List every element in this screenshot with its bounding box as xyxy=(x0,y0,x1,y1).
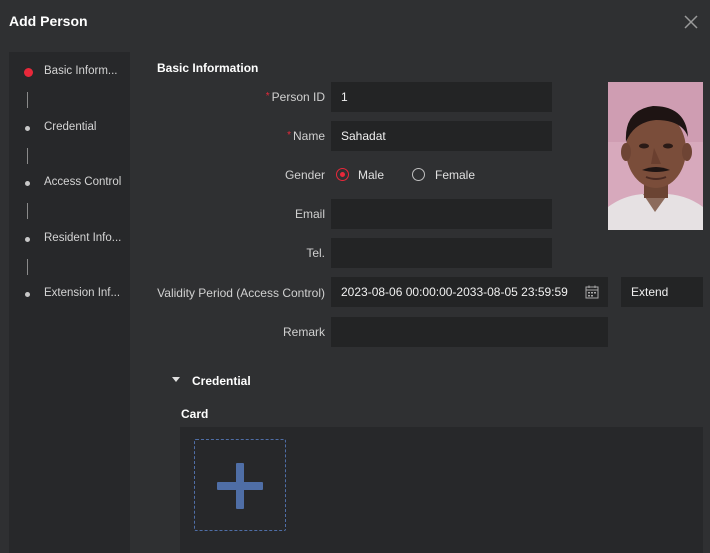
sidebar-item-access-control[interactable]: Access Control xyxy=(9,173,130,195)
sidebar-item-label: Extension Inf... xyxy=(44,287,121,299)
step-dot xyxy=(25,126,30,131)
step-dot xyxy=(25,292,30,297)
sidebar-item-label: Credential xyxy=(44,121,97,133)
step-connector xyxy=(27,92,28,108)
validity-period-label: Validity Period (Access Control) xyxy=(157,286,325,300)
calendar-icon[interactable] xyxy=(585,285,599,299)
person-id-label: * Person ID xyxy=(265,90,325,104)
remark-label: Remark xyxy=(282,325,325,339)
step-connector xyxy=(27,203,28,219)
email-label: Email xyxy=(294,207,325,221)
sidebar-item-extension-info[interactable]: Extension Inf... xyxy=(9,284,130,306)
sidebar: Basic Inform... Credential Access Contro… xyxy=(9,52,130,553)
person-photo-image xyxy=(608,82,703,230)
gender-male-label: Male xyxy=(358,168,385,182)
sidebar-item-credential[interactable]: Credential xyxy=(9,118,130,140)
credential-heading[interactable]: Credential xyxy=(192,374,251,388)
gender-label: Gender xyxy=(284,168,325,182)
sidebar-item-label: Resident Info... xyxy=(44,232,122,244)
required-mark: * xyxy=(287,130,291,141)
active-step-dot xyxy=(24,68,33,77)
gender-female-label: Female xyxy=(435,168,476,182)
tel-label: Tel. xyxy=(306,246,325,260)
basic-information-heading: Basic Information xyxy=(157,61,259,75)
add-card-button[interactable] xyxy=(194,439,286,531)
sidebar-item-basic-information[interactable]: Basic Inform... xyxy=(9,62,130,84)
remark-input[interactable] xyxy=(331,317,608,347)
dialog-title: Add Person xyxy=(9,13,88,29)
required-mark: * xyxy=(265,91,270,102)
sidebar-item-resident-info[interactable]: Resident Info... xyxy=(9,229,130,251)
validity-period-input[interactable]: 2023-08-06 00:00:00-2033-08-05 23:59:59 xyxy=(331,277,608,307)
sidebar-item-label: Access Control xyxy=(44,176,122,188)
card-label: Card xyxy=(181,407,209,421)
tel-input[interactable] xyxy=(331,238,552,268)
collapse-caret-icon[interactable] xyxy=(172,377,180,383)
gender-male-radio[interactable] xyxy=(336,168,349,181)
step-connector xyxy=(27,259,28,275)
extend-button[interactable]: Extend xyxy=(621,277,703,307)
name-label: * Name xyxy=(287,129,325,143)
sidebar-item-label: Basic Inform... xyxy=(44,65,118,77)
person-id-input[interactable]: 1 xyxy=(331,82,552,112)
gender-female-radio[interactable] xyxy=(412,168,425,181)
name-input[interactable]: Sahadat xyxy=(331,121,552,151)
plus-icon xyxy=(217,463,263,509)
person-photo[interactable] xyxy=(608,82,703,230)
add-person-dialog: Add Person Basic Inform... Credential Ac… xyxy=(0,0,710,553)
close-icon[interactable] xyxy=(682,13,700,31)
email-input[interactable] xyxy=(331,199,552,229)
step-connector xyxy=(27,148,28,164)
step-dot xyxy=(25,237,30,242)
step-dot xyxy=(25,181,30,186)
